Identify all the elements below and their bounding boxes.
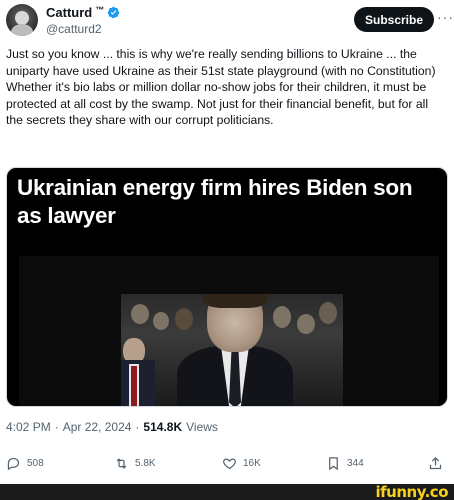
share-button[interactable] — [428, 456, 443, 471]
tweet-time[interactable]: 4:02 PM — [6, 420, 51, 434]
crowd-person — [153, 312, 169, 330]
avatar-body — [11, 24, 33, 36]
like-button[interactable]: 16K — [222, 456, 261, 471]
watermark-bar: ifunny.co — [0, 484, 454, 500]
crowd-person — [131, 304, 149, 324]
bookmark-icon — [329, 457, 338, 471]
verified-badge-icon — [108, 6, 120, 19]
bookmark-count: 344 — [347, 458, 364, 469]
background-man-tie — [131, 366, 137, 406]
repost-icon — [116, 458, 127, 469]
author-name-row[interactable]: Catturd ™ — [46, 5, 120, 20]
views-label: Views — [186, 420, 218, 434]
meta-separator: · — [135, 420, 140, 434]
crowd-person — [319, 302, 337, 324]
heart-icon — [223, 458, 236, 470]
reply-icon — [7, 457, 20, 471]
like-count: 16K — [243, 458, 261, 469]
share-icon — [429, 456, 442, 470]
avatar[interactable] — [6, 4, 38, 36]
views-count: 514.8K — [143, 420, 183, 434]
subscribe-button[interactable]: Subscribe — [354, 7, 434, 32]
tweet-date[interactable]: Apr 22, 2024 — [63, 420, 132, 434]
crowd-person — [175, 308, 193, 330]
tweet-text: Just so you know ... this is why we're r… — [6, 47, 436, 128]
tweet-actions: 508 5.8K 16K 344 — [6, 456, 448, 476]
author-display-name[interactable]: Catturd — [46, 5, 92, 20]
tweet-meta: 4:02 PM · Apr 22, 2024 · 514.8K Views — [6, 420, 218, 434]
reply-count: 508 — [27, 458, 44, 469]
reply-button[interactable]: 508 — [6, 456, 44, 471]
tweet-media[interactable]: Ukrainian energy firm hires Biden son as… — [6, 167, 448, 407]
more-options-icon[interactable]: ··· — [437, 9, 454, 25]
main-man-hair — [203, 294, 267, 308]
avatar-face — [15, 11, 29, 25]
media-headline: Ukrainian energy firm hires Biden son as… — [17, 175, 413, 228]
tweet-header: Catturd ™ @catturd2 Subscribe ··· — [6, 4, 453, 36]
author-handle[interactable]: @catturd2 — [46, 22, 102, 36]
bookmark-button[interactable]: 344 — [326, 456, 364, 471]
trademark-mark: ™ — [95, 4, 105, 15]
crowd-person — [273, 306, 291, 328]
ifunny-watermark: ifunny.co — [375, 483, 449, 500]
meta-separator: · — [54, 420, 59, 434]
repost-count: 5.8K — [135, 458, 156, 469]
repost-button[interactable]: 5.8K — [114, 456, 156, 471]
crowd-person — [297, 314, 315, 334]
news-photo — [121, 294, 343, 406]
